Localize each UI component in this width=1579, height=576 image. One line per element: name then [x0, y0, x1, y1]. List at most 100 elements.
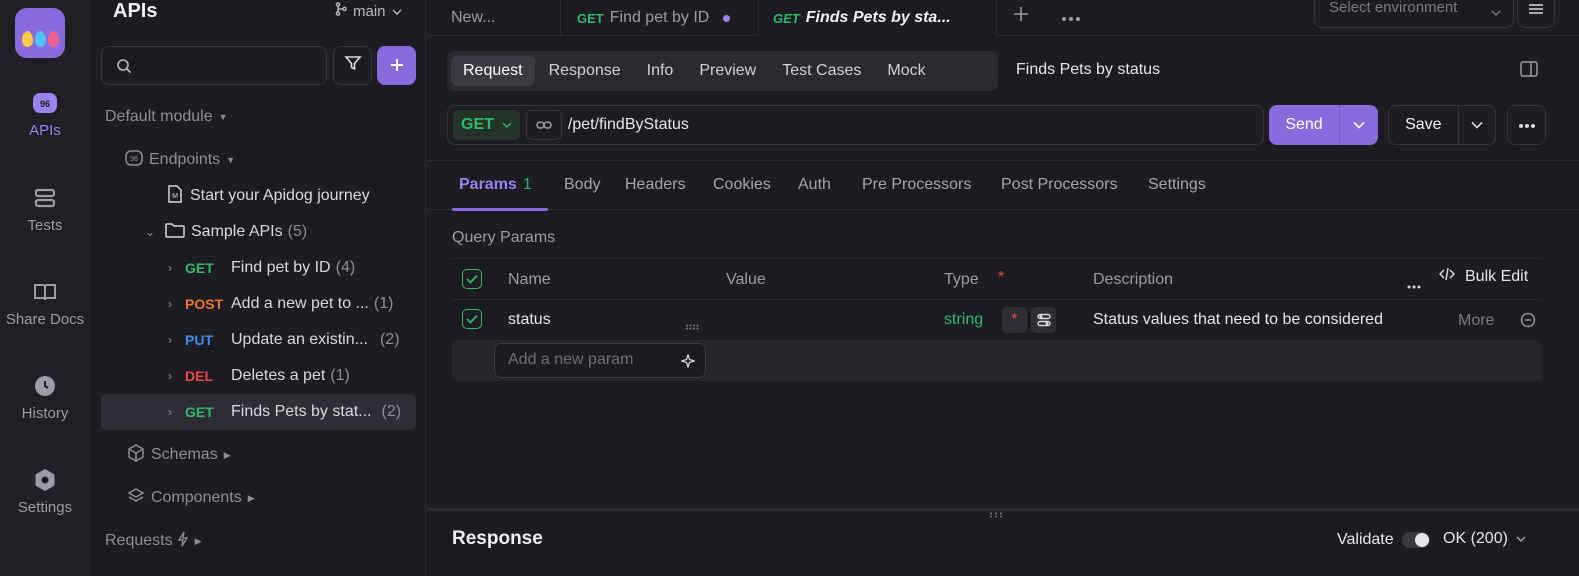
- api-item[interactable]: › GET Find pet by ID (4): [101, 250, 416, 286]
- param-description[interactable]: Status values that need to be considered: [1093, 311, 1383, 329]
- tab-body[interactable]: Body: [564, 176, 600, 194]
- environment-select[interactable]: Select environment: [1314, 0, 1514, 28]
- tab-params[interactable]: Params 1: [459, 176, 532, 194]
- rail-item-settings[interactable]: Settings: [0, 467, 90, 516]
- link-icon[interactable]: [525, 110, 562, 140]
- tab-post-processors[interactable]: Post Processors: [1001, 176, 1117, 194]
- tab-label: New...: [451, 9, 496, 26]
- api-item-selected[interactable]: › GET Finds Pets by stat... (2): [101, 394, 416, 430]
- param-tabs: Params 1 Body Headers Cookies Auth Pre Pr…: [427, 160, 1579, 211]
- tab-cookies[interactable]: Cookies: [713, 176, 771, 194]
- chevron-down-icon[interactable]: [1339, 105, 1378, 145]
- api-item[interactable]: › PUT Update an existin... (2): [101, 322, 416, 358]
- chevron-down-icon: [1516, 530, 1526, 547]
- tab-overflow-button[interactable]: [1061, 9, 1081, 27]
- active-tab-indicator: [452, 208, 548, 211]
- requests-group[interactable]: Requests ▶: [101, 523, 416, 559]
- tab-new[interactable]: New...: [427, 0, 561, 36]
- subnav-request[interactable]: Request: [451, 56, 535, 86]
- search-icon: [116, 58, 132, 79]
- row-checkbox[interactable]: [462, 309, 482, 329]
- tab-pre-processors[interactable]: Pre Processors: [862, 176, 971, 194]
- tab-bar: New... GET Find pet by ID GET Finds Pets…: [427, 0, 1579, 36]
- subnav-info[interactable]: Info: [635, 56, 686, 86]
- method-select[interactable]: GET: [453, 110, 520, 140]
- journey-doc[interactable]: M Start your Apidog journey: [101, 178, 416, 214]
- response-title: Response: [452, 528, 543, 549]
- subnav-mock[interactable]: Mock: [875, 56, 937, 86]
- filter-button[interactable]: [333, 46, 372, 85]
- tab-finds-pets[interactable]: GET Finds Pets by sta...: [759, 0, 997, 36]
- chevron-down-icon: [391, 3, 402, 20]
- header-required-mark: *: [998, 269, 1005, 286]
- app-logo[interactable]: [15, 8, 65, 58]
- svg-text:96: 96: [40, 99, 50, 109]
- tab-headers[interactable]: Headers: [625, 176, 685, 194]
- add-tab-button[interactable]: [1012, 2, 1030, 30]
- api-name: Finds Pets by stat...: [231, 403, 372, 420]
- remove-icon[interactable]: [1520, 312, 1536, 333]
- validate-toggle[interactable]: Validate: [1337, 531, 1430, 549]
- branch-selector[interactable]: main: [335, 2, 402, 20]
- more-actions-button[interactable]: [1507, 105, 1546, 145]
- schemas-group[interactable]: Schemas ▶: [101, 437, 416, 473]
- api-item[interactable]: › POST Add a new pet to ... (1): [101, 286, 416, 322]
- folder-icon: [165, 222, 185, 243]
- folder-sample-apis[interactable]: ⌄ Sample APIs (5): [101, 214, 416, 250]
- param-name[interactable]: status: [508, 311, 551, 329]
- api-count: (1): [330, 367, 350, 384]
- add-button[interactable]: [377, 46, 416, 85]
- rail-item-tests[interactable]: Tests: [0, 185, 90, 234]
- status-select[interactable]: OK (200): [1443, 530, 1526, 548]
- tab-find-pet-by-id[interactable]: GET Find pet by ID: [561, 0, 759, 36]
- rail-item-label: APIs: [29, 122, 61, 139]
- tab-auth[interactable]: Auth: [798, 176, 831, 194]
- save-button[interactable]: Save: [1388, 105, 1496, 145]
- param-type[interactable]: string: [944, 311, 983, 329]
- rail-item-label: Settings: [17, 499, 73, 516]
- send-button[interactable]: Send: [1269, 105, 1378, 145]
- bulk-edit-button[interactable]: Bulk Edit: [1438, 267, 1528, 286]
- search-input[interactable]: [101, 46, 327, 85]
- api-name: Add a new pet to ...: [231, 295, 369, 312]
- settings-sliders-icon[interactable]: [1031, 307, 1056, 333]
- left-rail: 96 APIs Tests Share Docs History Setting…: [0, 0, 90, 576]
- endpoint-name[interactable]: Finds Pets by status: [1016, 61, 1160, 79]
- components-group[interactable]: Components ▶: [101, 480, 416, 516]
- rail-item-history[interactable]: History: [0, 373, 90, 422]
- chevron-down-icon[interactable]: [1457, 106, 1495, 144]
- required-toggle[interactable]: *: [1002, 307, 1027, 333]
- drag-handle-icon[interactable]: [685, 317, 699, 335]
- subnav-response[interactable]: Response: [537, 56, 633, 86]
- new-param-input[interactable]: Add a new param: [494, 343, 706, 378]
- api-item[interactable]: › DEL Deletes a pet (1): [101, 358, 416, 394]
- chevron-right-icon: ›: [168, 405, 172, 419]
- url-input[interactable]: /pet/findByStatus: [568, 116, 689, 134]
- resize-handle-icon[interactable]: [989, 505, 1003, 523]
- rail-item-apis[interactable]: 96 APIs: [0, 90, 90, 139]
- side-panel-icon[interactable]: [1520, 61, 1538, 82]
- chevron-down-icon: [502, 116, 512, 134]
- rail-item-share-docs[interactable]: Share Docs: [0, 279, 90, 328]
- subnav-preview[interactable]: Preview: [687, 56, 768, 86]
- table-row: status string * Status values that need …: [452, 300, 1542, 340]
- subnav-test-cases[interactable]: Test Cases: [770, 56, 873, 86]
- magic-wand-icon[interactable]: [679, 352, 697, 373]
- select-all-checkbox[interactable]: [462, 269, 482, 289]
- toggle-switch[interactable]: [1401, 532, 1430, 548]
- folder-label: Sample APIs: [191, 223, 283, 240]
- default-module[interactable]: Default module ▼: [101, 99, 416, 135]
- endpoints-group[interactable]: 96 Endpoints ▼: [101, 142, 416, 178]
- markdown-icon: M: [167, 184, 183, 208]
- caret-right-icon: ▶: [194, 535, 202, 546]
- method-badge: GET: [185, 404, 214, 420]
- row-more-button[interactable]: More: [1458, 312, 1494, 330]
- tab-method: GET: [773, 10, 800, 26]
- tab-method: GET: [577, 10, 604, 26]
- more-horizontal-icon[interactable]: [1407, 276, 1421, 294]
- header-type: Type: [944, 271, 979, 288]
- menu-button[interactable]: [1517, 0, 1555, 28]
- layers-icon: [127, 487, 145, 510]
- more-horizontal-icon: [1061, 9, 1081, 26]
- tab-settings[interactable]: Settings: [1148, 176, 1206, 194]
